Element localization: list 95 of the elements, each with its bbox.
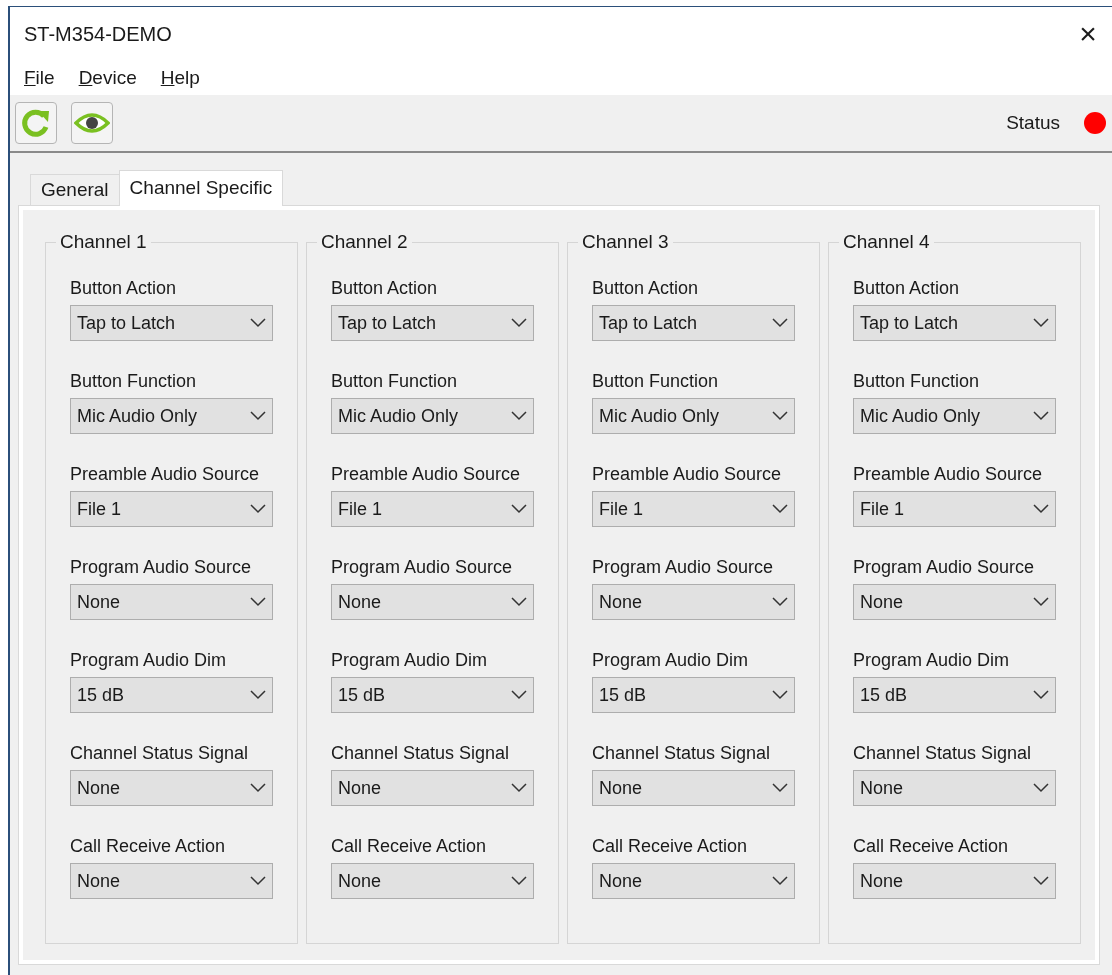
- dropdown[interactable]: None: [853, 863, 1056, 899]
- field-label: Preamble Audio Source: [853, 463, 1044, 485]
- dropdown[interactable]: File 1: [70, 491, 273, 527]
- tab[interactable]: Channel Specific: [118, 170, 284, 206]
- field-label: Call Receive Action: [592, 835, 749, 857]
- dropdown[interactable]: None: [853, 584, 1056, 620]
- field-label: Program Audio Dim: [70, 649, 228, 671]
- chevron-down-icon: [772, 690, 788, 700]
- field-label: Program Audio Source: [70, 556, 253, 578]
- window-title: ST-M354-DEMO: [24, 22, 172, 47]
- chevron-down-icon: [250, 876, 266, 886]
- field-label: Preamble Audio Source: [331, 463, 522, 485]
- dropdown[interactable]: File 1: [592, 491, 795, 527]
- field-label: Call Receive Action: [853, 835, 1010, 857]
- menu-item[interactable]: Device: [78, 63, 137, 93]
- dropdown[interactable]: Tap to Latch: [592, 305, 795, 341]
- field-label: Button Action: [853, 277, 961, 299]
- field-label: Button Action: [592, 277, 700, 299]
- field-label: Button Function: [70, 370, 198, 392]
- close-button[interactable]: ×: [1068, 14, 1108, 54]
- field-label: Call Receive Action: [70, 835, 227, 857]
- chevron-down-icon: [250, 411, 266, 421]
- chevron-down-icon: [511, 411, 527, 421]
- dropdown[interactable]: File 1: [853, 491, 1056, 527]
- field-label: Program Audio Dim: [592, 649, 750, 671]
- dropdown[interactable]: Mic Audio Only: [70, 398, 273, 434]
- field-label: Button Action: [331, 277, 439, 299]
- dropdown[interactable]: None: [592, 770, 795, 806]
- dropdown[interactable]: 15 dB: [70, 677, 273, 713]
- dropdown[interactable]: None: [70, 770, 273, 806]
- chevron-down-icon: [250, 690, 266, 700]
- dropdown[interactable]: Tap to Latch: [331, 305, 534, 341]
- field-label: Button Action: [70, 277, 178, 299]
- dropdown[interactable]: Mic Audio Only: [331, 398, 534, 434]
- chevron-down-icon: [511, 690, 527, 700]
- dropdown[interactable]: 15 dB: [592, 677, 795, 713]
- chevron-down-icon: [1033, 411, 1049, 421]
- dropdown[interactable]: 15 dB: [331, 677, 534, 713]
- chevron-down-icon: [772, 504, 788, 514]
- chevron-down-icon: [1033, 783, 1049, 793]
- dropdown[interactable]: Mic Audio Only: [853, 398, 1056, 434]
- field-label: Call Receive Action: [331, 835, 488, 857]
- eye-icon: [74, 111, 110, 135]
- field-label: Preamble Audio Source: [70, 463, 261, 485]
- status-label: Status: [1006, 110, 1060, 135]
- chevron-down-icon: [1033, 597, 1049, 607]
- chevron-down-icon: [250, 783, 266, 793]
- field-label: Button Function: [853, 370, 981, 392]
- chevron-down-icon: [511, 504, 527, 514]
- field-label: Channel Status Signal: [70, 742, 250, 764]
- chevron-down-icon: [1033, 690, 1049, 700]
- field-label: Channel Status Signal: [331, 742, 511, 764]
- chevron-down-icon: [1033, 318, 1049, 328]
- dropdown[interactable]: None: [70, 584, 273, 620]
- dropdown[interactable]: None: [592, 863, 795, 899]
- dropdown[interactable]: None: [331, 770, 534, 806]
- chevron-down-icon: [772, 597, 788, 607]
- chevron-down-icon: [511, 876, 527, 886]
- field-label: Button Function: [592, 370, 720, 392]
- field-label: Program Audio Source: [853, 556, 1036, 578]
- chevron-down-icon: [511, 597, 527, 607]
- chevron-down-icon: [772, 411, 788, 421]
- field-label: Preamble Audio Source: [592, 463, 783, 485]
- field-label: Program Audio Dim: [331, 649, 489, 671]
- dropdown[interactable]: 15 dB: [853, 677, 1056, 713]
- chevron-down-icon: [772, 318, 788, 328]
- field-label: Program Audio Source: [592, 556, 775, 578]
- field-label: Channel Status Signal: [853, 742, 1033, 764]
- chevron-down-icon: [511, 318, 527, 328]
- field-label: Program Audio Dim: [853, 649, 1011, 671]
- dropdown[interactable]: Mic Audio Only: [592, 398, 795, 434]
- chevron-down-icon: [250, 318, 266, 328]
- dropdown[interactable]: None: [331, 584, 534, 620]
- dropdown[interactable]: None: [331, 863, 534, 899]
- field-label: Program Audio Source: [331, 556, 514, 578]
- chevron-down-icon: [511, 783, 527, 793]
- field-label: Button Function: [331, 370, 459, 392]
- chevron-down-icon: [1033, 504, 1049, 514]
- menu-item[interactable]: Help: [160, 63, 200, 93]
- dropdown[interactable]: None: [853, 770, 1056, 806]
- chevron-down-icon: [250, 504, 266, 514]
- dropdown[interactable]: None: [592, 584, 795, 620]
- dropdown[interactable]: File 1: [331, 491, 534, 527]
- view-button[interactable]: [71, 102, 113, 144]
- field-label: Channel Status Signal: [592, 742, 772, 764]
- dropdown[interactable]: Tap to Latch: [70, 305, 273, 341]
- chevron-down-icon: [1033, 876, 1049, 886]
- chevron-down-icon: [772, 783, 788, 793]
- menu-item[interactable]: File: [24, 63, 55, 93]
- chevron-down-icon: [772, 876, 788, 886]
- dropdown[interactable]: Tap to Latch: [853, 305, 1056, 341]
- dropdown[interactable]: None: [70, 863, 273, 899]
- refresh-icon: [20, 107, 52, 139]
- chevron-down-icon: [250, 597, 266, 607]
- tab[interactable]: General: [30, 174, 119, 205]
